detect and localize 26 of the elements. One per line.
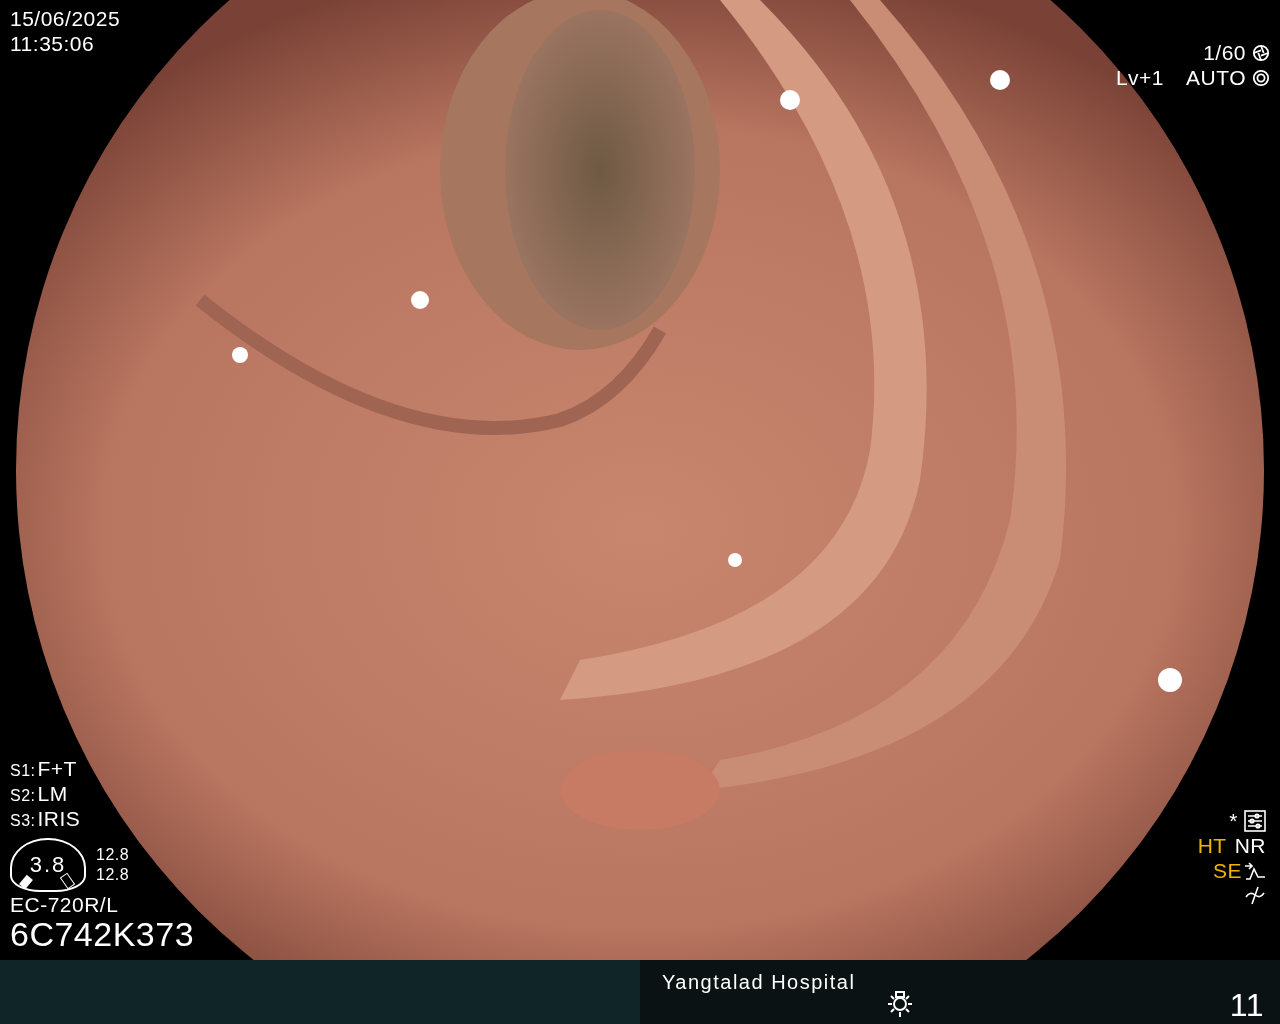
gauge-reading: 12.8 (96, 845, 130, 865)
switch-function: F+T (37, 756, 77, 782)
gauge-reading: 12.8 (96, 864, 130, 884)
enhancement-indicator: SE (1213, 858, 1242, 884)
image-count: 11 (1229, 986, 1264, 1024)
switch-function: IRIS (37, 806, 81, 832)
hospital-name: Yangtalad Hospital (662, 970, 856, 994)
aperture-icon (1252, 68, 1270, 87)
mode-indicator: HT (1197, 833, 1227, 859)
scope-model-text: EC-720R/L (10, 891, 120, 917)
mode-indicator: NR (1234, 833, 1266, 859)
date-text: 15/06/2025 (10, 6, 121, 32)
switch-function: LM (37, 781, 68, 807)
iris-mode-text: AUTO (1186, 65, 1246, 91)
brightness-level-text: Lv+1 (1115, 65, 1165, 91)
time-text: 11:35:06 (10, 31, 96, 57)
switch-label: S1: (10, 761, 36, 781)
gauge-readout: 3.8 (10, 837, 86, 892)
shutter-speed-text: 1/60 (1203, 40, 1246, 66)
switch-label: S2: (10, 786, 36, 806)
enhancement-curve-icon (1244, 860, 1266, 881)
serial-number-text: 6C742K373 (10, 916, 195, 951)
sliders-icon (1244, 809, 1266, 832)
switch-label: S3: (10, 811, 36, 831)
shutter-icon (1252, 43, 1270, 62)
star-text: * (1229, 808, 1238, 834)
